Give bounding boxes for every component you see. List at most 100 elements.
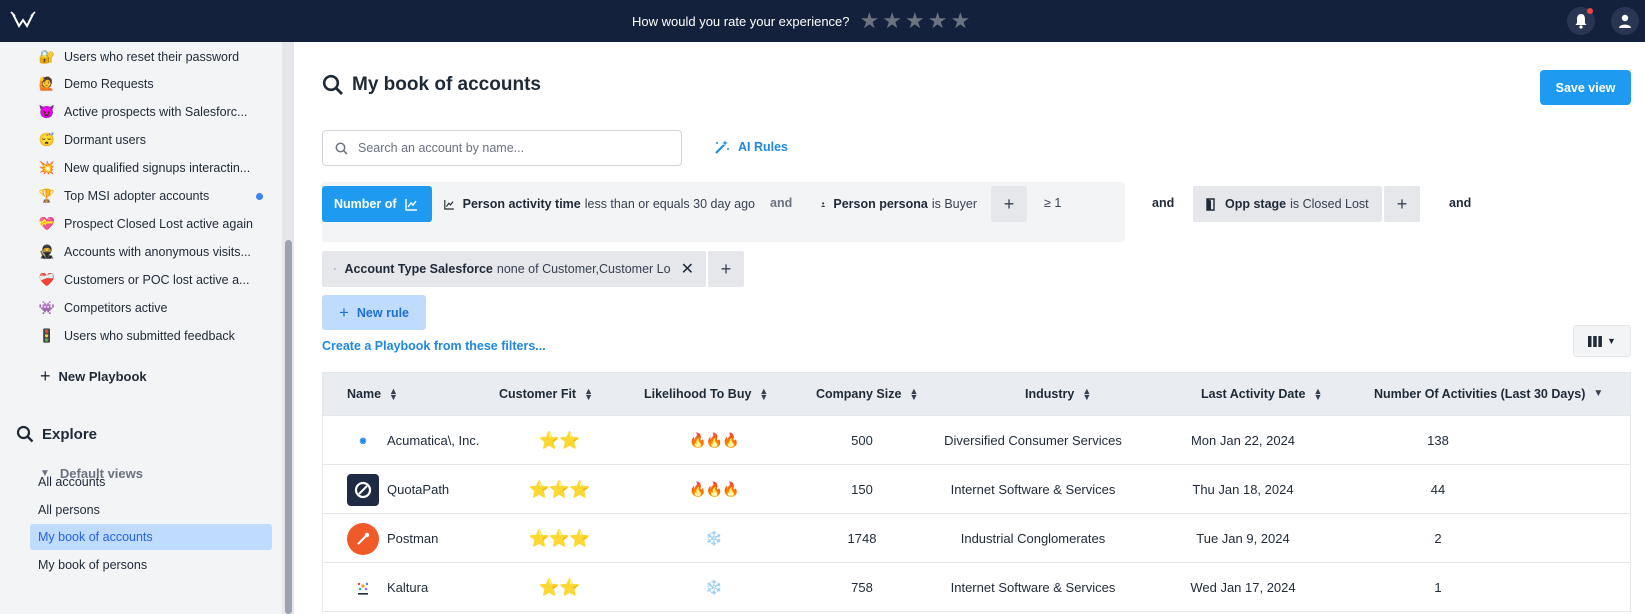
postman-logo-icon [347, 522, 379, 555]
column-header-activities[interactable]: Number Of Activities (Last 30 Days) ▼ [1374, 373, 1603, 415]
add-condition-button[interactable]: + [708, 251, 744, 287]
new-rule-button[interactable]: + New rule [322, 295, 426, 330]
playbook-emoji-icon: 🚦 [38, 328, 56, 343]
rating-prompt: How would you rate your experience? ★ ★ … [632, 0, 970, 42]
plus-icon: + [1003, 193, 1015, 214]
playbook-item[interactable]: 🔐 Users who reset their password [38, 46, 268, 68]
column-header-label: Name [347, 387, 382, 401]
likelihood-cell: 🔥🔥🔥 [644, 416, 784, 465]
rating-stars[interactable]: ★ ★ ★ ★ ★ [860, 10, 971, 32]
column-header-last-activity[interactable]: Last Activity Date ▲ ▼ [1201, 373, 1322, 415]
count-threshold[interactable]: ≥ 1 [1044, 196, 1061, 210]
remove-filter-icon[interactable]: ✕ [681, 259, 694, 279]
filter-chip-account-type[interactable]: Account Type Salesforce none of Customer… [322, 251, 706, 287]
kaltura-logo-icon [347, 571, 379, 604]
company-size-cell: 150 [851, 482, 873, 497]
account-name-cell[interactable]: Kaltura [347, 563, 428, 612]
add-condition-button[interactable]: + [1384, 186, 1420, 222]
playbook-item[interactable]: 🙋 Demo Requests [38, 73, 268, 95]
company-size-cell: 500 [851, 433, 873, 448]
table-row[interactable]: ◉ Acumatica\, Inc. ⭐⭐ 🔥🔥🔥 500 Diversifie… [323, 415, 1630, 464]
account-search[interactable] [322, 130, 682, 166]
customer-fit-cell: ⭐⭐⭐ [499, 465, 619, 514]
account-name-cell[interactable]: QuotaPath [347, 465, 449, 514]
acumatica-logo-icon: ◉ [347, 424, 379, 457]
new-playbook-button[interactable]: + New Playbook [40, 366, 147, 387]
playbook-item[interactable]: 🏆 Top MSI adopter accounts [38, 185, 268, 207]
column-header-customer-fit[interactable]: Customer Fit ▲ ▼ [499, 373, 593, 415]
playbook-label: Active prospects with Salesforc... [64, 105, 248, 119]
account-name-cell[interactable]: ◉ Acumatica\, Inc. [347, 416, 479, 465]
star-icon: ⭐⭐⭐ [528, 479, 591, 499]
activities-cell: 44 [1430, 482, 1446, 497]
star-icon[interactable]: ★ [905, 10, 925, 32]
playbook-item[interactable]: 😈 Active prospects with Salesforc... [38, 101, 268, 123]
likelihood-cell: 🔥🔥🔥 [644, 465, 784, 514]
filter-chip-activity-time[interactable]: Person activity time less than or equals… [432, 186, 767, 222]
star-icon[interactable]: ★ [928, 10, 948, 32]
activities-cell: 2 [1434, 531, 1442, 546]
playbook-item[interactable]: 🥷 Accounts with anonymous visits... [38, 241, 268, 263]
view-item-my-book-of-persons[interactable]: My book of persons [30, 552, 272, 578]
accounts-table: Name ▲ ▼ Customer Fit ▲ ▼ Likelihood To Buy ▲… [322, 372, 1631, 612]
user-menu-button[interactable] [1611, 7, 1639, 35]
table-row[interactable]: Kaltura ⭐⭐ ❄️ 758 Internet Software & Se… [323, 562, 1630, 611]
playbook-item[interactable]: 👾 Competitors active [38, 297, 268, 319]
app-logo-icon[interactable] [10, 8, 36, 34]
quotapath-logo-icon [347, 473, 379, 506]
column-header-label: Company Size [816, 387, 902, 401]
add-condition-button[interactable]: + [991, 186, 1027, 222]
view-item-all-persons[interactable]: All persons [30, 497, 272, 523]
new-rule-label: New rule [356, 305, 410, 320]
column-header-name[interactable]: Name ▲ ▼ [347, 373, 398, 415]
sort-icon: ▲ ▼ [389, 386, 398, 402]
create-playbook-link[interactable]: Create a Playbook from these filters... [322, 339, 546, 353]
playbook-item[interactable]: ❤️‍🩹 Customers or POC lost active a... [38, 269, 268, 291]
account-search-input[interactable] [358, 141, 658, 155]
sort-icon: ▲ ▼ [759, 386, 769, 402]
sidebar-scroll-thumb[interactable] [285, 240, 292, 614]
notifications-button[interactable] [1567, 7, 1595, 35]
view-item-all-accounts[interactable]: All accounts [30, 469, 272, 495]
playbook-item[interactable]: 😴 Dormant users [38, 129, 268, 151]
column-header-industry[interactable]: Industry ▲ ▼ [1025, 373, 1091, 415]
search-icon [322, 74, 343, 95]
playbook-item[interactable]: 💥 New qualified signups interactin... [38, 157, 268, 179]
plus-icon: + [1396, 193, 1408, 214]
table-row[interactable]: QuotaPath ⭐⭐⭐ 🔥🔥🔥 150 Internet Software … [323, 464, 1630, 513]
explore-section-header[interactable]: Explore [16, 425, 97, 443]
star-icon[interactable]: ★ [882, 10, 902, 32]
column-header-label: Likelihood To Buy [644, 387, 752, 401]
column-header-likelihood[interactable]: Likelihood To Buy ▲ ▼ [644, 373, 768, 415]
ai-rules-button[interactable]: AI Rules [714, 139, 788, 155]
page-title-text: My book of accounts [352, 74, 541, 95]
filter-field: Person activity time [462, 197, 581, 211]
playbook-label: New qualified signups interactin... [64, 161, 251, 175]
ai-rules-label: AI Rules [738, 140, 789, 154]
column-settings-button[interactable]: ▼ [1573, 325, 1631, 357]
star-icon[interactable]: ★ [950, 10, 970, 32]
explore-label: Explore [42, 425, 98, 443]
playbook-item[interactable]: 🚦 Users who submitted feedback [38, 325, 268, 347]
column-header-company-size[interactable]: Company Size ▲ ▼ [816, 373, 918, 415]
playbook-item[interactable]: 💝 Prospect Closed Lost active again [38, 213, 268, 235]
account-name: QuotaPath [387, 482, 450, 497]
snowflake-icon: ❄️ [705, 579, 723, 595]
save-view-button[interactable]: Save view [1540, 70, 1631, 105]
table-row[interactable]: Postman ⭐⭐⭐ ❄️ 1748 Industrial Conglomer… [323, 513, 1630, 562]
company-size-cell: 1748 [847, 531, 877, 546]
view-item-my-book-of-accounts[interactable]: My book of accounts [30, 524, 272, 550]
star-icon: ⭐⭐⭐ [528, 528, 591, 548]
likelihood-cell: ❄️ [644, 563, 784, 612]
number-of-button[interactable]: Number of [322, 186, 432, 222]
playbook-emoji-icon: 💝 [38, 216, 56, 231]
last-activity-cell: Thu Jan 18, 2024 [1192, 482, 1294, 497]
account-name-cell[interactable]: Postman [347, 514, 438, 563]
star-icon[interactable]: ★ [860, 10, 880, 32]
user-icon [1619, 14, 1631, 28]
playbook-emoji-icon: 🙋 [38, 76, 56, 91]
filter-condition: is Closed Lost [1290, 197, 1369, 211]
filter-condition: is Buyer [931, 197, 977, 211]
filter-chip-persona[interactable]: Person persona is Buyer [809, 186, 989, 222]
filter-chip-opp-stage[interactable]: Opp stage is Closed Lost [1193, 186, 1382, 222]
